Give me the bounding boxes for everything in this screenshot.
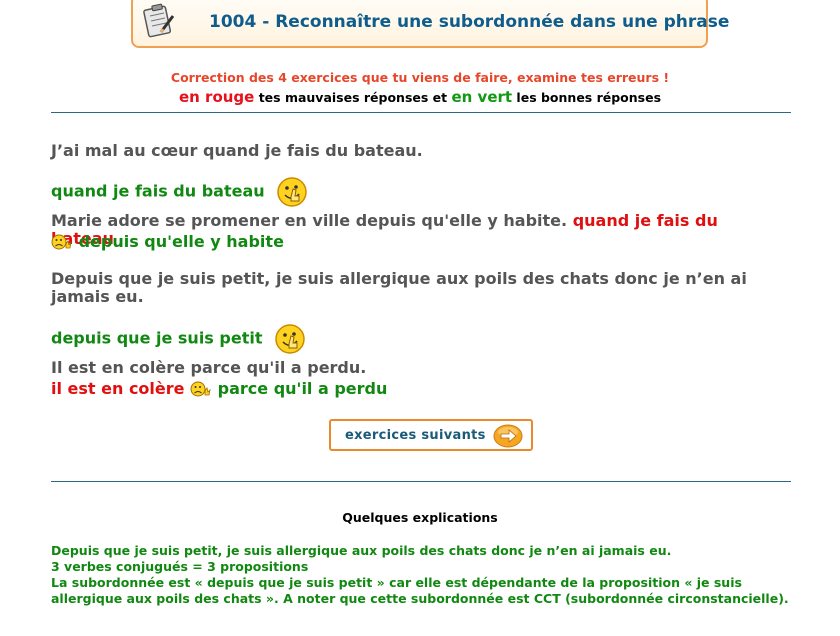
correction-intro: Correction des 4 exercices que tu viens …: [170, 70, 670, 85]
wrong-answer: il est en colère: [51, 379, 185, 398]
exercise-answer: depuis qu'elle y habite: [51, 233, 284, 252]
next-exercises-button[interactable]: exercices suivants: [329, 419, 533, 451]
exercise-question: Depuis que je suis petit, je suis allerg…: [51, 269, 747, 306]
legend-red-label: en rouge: [178, 88, 255, 106]
explanation-line: Depuis que je suis petit, je suis allerg…: [51, 543, 672, 558]
legend-green-label: en vert: [451, 88, 513, 106]
exercise-answer: il est en colère parce qu'il a perdu: [51, 380, 387, 399]
legend-middle-text: tes mauvaises réponses et: [254, 90, 452, 105]
page-title: 1004 - Reconnaître une subordonnée dans …: [209, 12, 730, 32]
correct-answer: quand je fais du bateau: [51, 181, 265, 201]
next-exercises-label: exercices suivants: [345, 428, 486, 443]
thumbs-up-smiley-icon: [277, 177, 307, 207]
arrow-right-icon: [493, 424, 523, 448]
color-legend: en rouge tes mauvaises réponses et en ve…: [0, 88, 840, 106]
exercise-question: J’ai mal au cœur quand je fais du bateau…: [51, 141, 423, 160]
question-text: Marie adore se promener en ville depuis …: [51, 211, 568, 230]
correct-answer: depuis qu'elle y habite: [78, 232, 284, 251]
correct-answer: depuis que je suis petit: [51, 328, 263, 348]
explanation-line: 3 verbes conjugués = 3 propositions: [51, 559, 309, 574]
page-header: 1004 - Reconnaître une subordonnée dans …: [131, 0, 729, 48]
exercise-answer: depuis que je suis petit: [51, 323, 306, 355]
explanations-text: Depuis que je suis petit, je suis allerg…: [51, 543, 791, 607]
explanation-line: La subordonnée est « depuis que je suis …: [51, 575, 789, 606]
exercise-answer: quand je fais du bateau: [51, 176, 308, 208]
divider: [51, 112, 791, 113]
explanations-title: Quelques explications: [342, 510, 498, 525]
sad-smiley-icon: [190, 381, 211, 396]
sad-smiley-icon: [51, 234, 72, 249]
correct-answer: parce qu'il a perdu: [217, 379, 388, 398]
divider: [51, 481, 791, 482]
thumbs-up-smiley-icon: [275, 324, 305, 354]
clipboard-pencil-icon: [143, 3, 175, 38]
legend-end-text: les bonnes réponses: [512, 90, 662, 105]
exercise-question: Il est en colère parce qu'il a perdu.: [51, 358, 367, 377]
